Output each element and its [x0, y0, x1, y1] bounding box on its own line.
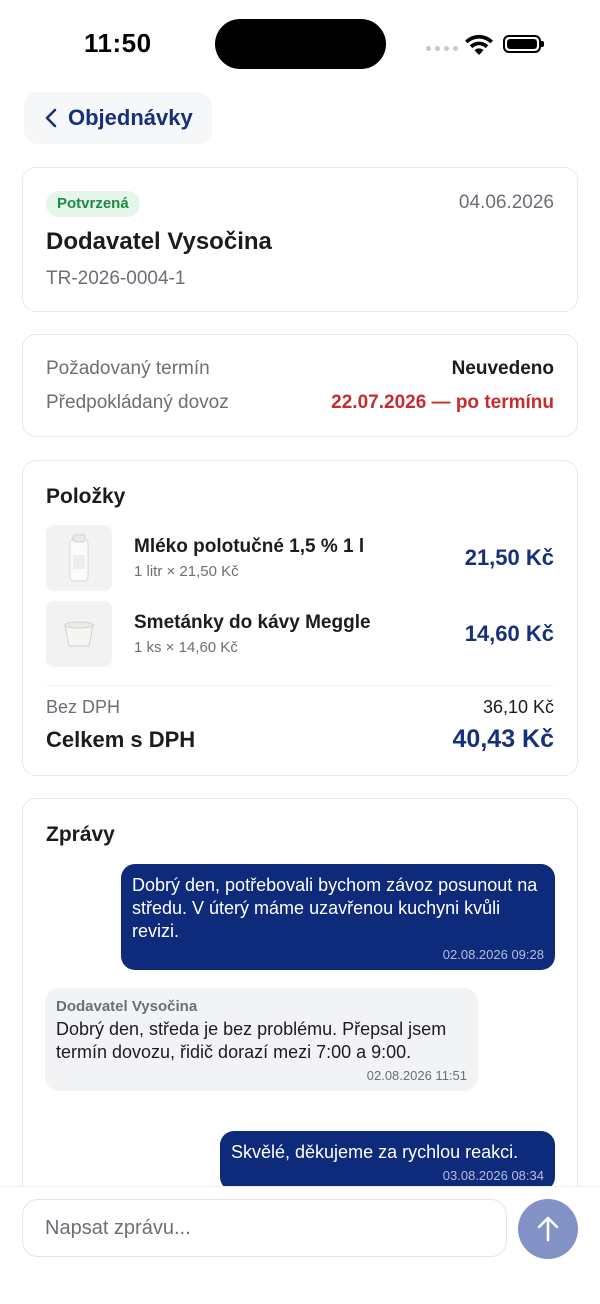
send-button[interactable]	[518, 1199, 578, 1259]
item-name: Mléko polotučné 1,5 % 1 l	[134, 536, 365, 557]
gross-total-row: Celkem s DPH 40,43 Kč	[46, 725, 554, 754]
items-card: Položky Mléko polotučné 1,5 % 1 l 1 litr…	[22, 460, 578, 776]
message-composer	[0, 1186, 600, 1304]
order-header-card: Potvrzená 04.06.2026 Dodavatel Vysočina …	[22, 167, 578, 312]
back-button-label: Objednávky	[68, 105, 193, 130]
item-price: 21,50 Kč	[464, 545, 554, 570]
back-button[interactable]: Objednávky	[24, 92, 212, 144]
status-badge: Potvrzená	[46, 191, 140, 217]
message-time: 02.08.2026 09:28	[442, 947, 544, 962]
item-quantity: 1 ks × 14,60 Kč	[134, 639, 238, 656]
divider	[46, 685, 554, 686]
expected-date-row: Předpokládaný dovoz 22.07.2026 — po term…	[46, 392, 554, 414]
item-price: 14,60 Kč	[464, 621, 554, 646]
gross-total-value: 40,43 Kč	[452, 725, 554, 753]
message-time: 03.08.2026 08:34	[442, 1168, 544, 1183]
delivery-dates-card: Požadovaný termín Neuvedeno Předpokládan…	[22, 334, 578, 437]
wifi-icon	[465, 34, 493, 55]
order-date: 04.06.2026	[458, 192, 554, 213]
message-bubble-outgoing: Skvělé, děkujeme za rychlou reakci. 03.0…	[220, 1131, 555, 1191]
milk-bottle-icon	[46, 525, 112, 591]
status-time: 11:50	[84, 28, 152, 58]
order-number: TR-2026-0004-1	[46, 268, 186, 289]
item-name: Smetánky do kávy Meggle	[134, 612, 371, 633]
dynamic-island	[215, 19, 386, 69]
cellular-signal-icon	[426, 46, 458, 51]
list-item[interactable]: Mléko polotučné 1,5 % 1 l 1 litr × 21,50…	[46, 525, 554, 591]
requested-date-row: Požadovaný termín Neuvedeno	[46, 358, 554, 380]
items-title: Položky	[46, 485, 126, 508]
expected-date-value: 22.07.2026 — po termínu	[331, 392, 554, 413]
message-author: Dodavatel Vysočina	[56, 998, 198, 1015]
message-input[interactable]	[22, 1199, 507, 1257]
message-text: Skvělé, děkujeme za rychlou reakci.	[231, 1142, 519, 1162]
expected-date-label: Předpokládaný dovoz	[46, 392, 229, 413]
message-time: 02.08.2026 11:51	[366, 1068, 467, 1083]
list-item[interactable]: Smetánky do kávy Meggle 1 ks × 14,60 Kč …	[46, 601, 554, 667]
battery-icon	[503, 35, 544, 53]
creamer-cup-icon	[46, 601, 112, 667]
message-text: Dobrý den, potřebovali bychom závoz posu…	[132, 875, 538, 941]
requested-date-label: Požadovaný termín	[46, 358, 210, 379]
supplier-name: Dodavatel Vysočina	[46, 228, 272, 255]
net-total-row: Bez DPH 36,10 Kč	[46, 697, 554, 718]
message-bubble-outgoing: Dobrý den, potřebovali bychom závoz posu…	[121, 864, 555, 970]
gross-total-label: Celkem s DPH	[46, 727, 196, 752]
net-total-label: Bez DPH	[46, 697, 121, 717]
status-bar: 11:50	[0, 0, 600, 88]
messages-card: Zprávy Dobrý den, potřebovali bychom záv…	[22, 798, 578, 1238]
message-bubble-incoming: Dodavatel Vysočina Dobrý den, středa je …	[45, 988, 478, 1091]
chevron-left-icon	[45, 108, 57, 128]
requested-date-value: Neuvedeno	[451, 358, 554, 379]
net-total-value: 36,10 Kč	[482, 697, 554, 717]
arrow-up-icon	[537, 1216, 559, 1242]
item-quantity: 1 litr × 21,50 Kč	[134, 563, 239, 580]
messages-title: Zprávy	[46, 823, 115, 846]
message-text: Dobrý den, středa je bez problému. Přeps…	[56, 1019, 447, 1062]
